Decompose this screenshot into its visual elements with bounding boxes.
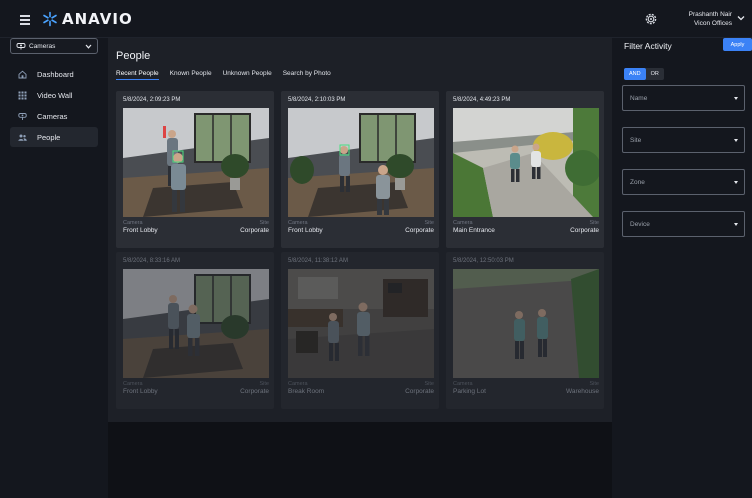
people-tabs: Recent People Known People Unknown Peopl… [116,70,331,80]
logo-mark-icon [43,11,57,27]
home-icon [18,70,27,78]
sidebar: Cameras Dashboard Video Wall Cameras Peo… [0,38,108,498]
name-dropdown[interactable]: Name [622,85,745,111]
site-label: Site [589,220,599,226]
card-timestamp: 5/8/2024, 8:33:16 AM [123,258,181,264]
dropdown-label: Site [630,136,642,144]
camera-snapshot[interactable] [288,108,434,217]
camera-label: Camera [123,220,143,226]
caret-down-icon [734,223,738,226]
site-label: Site [424,220,434,226]
camera-icon [16,43,26,50]
camera-snapshot[interactable] [453,269,599,378]
person-card[interactable]: 5/8/2024, 4:49:23 PM Camera Site Main En… [446,91,604,248]
filter-panel: Filter Activity Apply AND OR Name Site Z… [612,38,752,498]
card-timestamp: 5/8/2024, 4:49:23 PM [453,97,511,103]
device-dropdown[interactable]: Device [622,211,745,237]
person-card[interactable]: 5/8/2024, 12:50:03 PM Camera Site Parkin… [446,252,604,409]
sidebar-item-video-wall[interactable]: Video Wall [10,85,98,105]
site-name: Corporate [405,227,434,234]
dropdown-label: Device [630,220,650,228]
user-name: Prashanth Nair [688,11,732,18]
camera-group-select[interactable]: Cameras [10,38,98,54]
site-name: Corporate [240,388,269,395]
card-timestamp: 5/8/2024, 12:50:03 PM [453,258,514,264]
grid-icon [18,91,27,99]
site-label: Site [589,381,599,387]
person-card[interactable]: 5/8/2024, 2:09:23 PM Camera Site Front L… [116,91,274,248]
camera-name: Front Lobby [123,227,158,234]
person-card[interactable]: 5/8/2024, 2:10:03 PM Camera Site Front L… [281,91,439,248]
site-name: Corporate [240,227,269,234]
or-toggle[interactable]: OR [646,68,664,80]
user-info[interactable]: Prashanth Nair Vicon Offices [674,10,732,28]
anavio-logo: ANAVIO [42,10,133,28]
caret-down-icon [734,97,738,100]
camera-label: Camera [453,381,473,387]
people-icon [18,134,27,141]
gear-icon[interactable] [644,12,658,26]
caret-down-icon [734,139,738,142]
site-name: Warehouse [566,388,599,395]
apply-button[interactable]: Apply [723,38,752,51]
page-title: People [116,50,151,62]
sidebar-item-label: Video Wall [37,90,73,100]
site-name: Corporate [570,227,599,234]
tab-search-by-photo[interactable]: Search by Photo [283,70,331,80]
site-label: Site [259,220,269,226]
sidebar-item-people[interactable]: People [10,127,98,147]
tab-known-people[interactable]: Known People [170,70,212,80]
site-name: Corporate [405,388,434,395]
person-card[interactable]: 5/8/2024, 11:38:12 AM Camera Site Break … [281,252,439,409]
camera-label: Camera [123,381,143,387]
camera-label: Camera [453,220,473,226]
user-org: Vicon Offices [693,20,732,27]
site-label: Site [424,381,434,387]
caret-down-icon [734,181,738,184]
site-label: Site [259,381,269,387]
chevron-down-icon[interactable] [737,15,745,21]
camera-snapshot[interactable] [123,108,269,217]
people-panel: People Recent People Known People Unknow… [108,38,612,422]
tab-unknown-people[interactable]: Unknown People [223,70,272,80]
camera-name: Front Lobby [123,388,158,395]
camera-snapshot[interactable] [453,108,599,217]
camera-name: Main Entrance [453,227,495,234]
camera-name: Break Room [288,388,325,395]
camera-name: Front Lobby [288,227,323,234]
camera-name: Parking Lot [453,388,486,395]
camera-snapshot[interactable] [288,269,434,378]
camera-icon [18,112,27,120]
filter-title: Filter Activity [624,41,672,51]
sidebar-item-cameras[interactable]: Cameras [10,106,98,126]
person-card[interactable]: 5/8/2024, 8:33:16 AM Camera Site Front L… [116,252,274,409]
camera-label: Camera [288,381,308,387]
top-bar: ANAVIO Prashanth Nair Vicon Offices [0,0,752,38]
and-toggle[interactable]: AND [624,68,646,80]
dropdown-label: Zone [630,178,645,186]
sidebar-item-label: Dashboard [37,69,74,79]
site-dropdown[interactable]: Site [622,127,745,153]
camera-label: Camera [288,220,308,226]
sidebar-item-label: Cameras [37,111,68,121]
camera-snapshot[interactable] [123,269,269,378]
zone-dropdown[interactable]: Zone [622,169,745,195]
card-timestamp: 5/8/2024, 2:09:23 PM [123,97,181,103]
and-or-toggle: AND OR [624,68,664,80]
card-timestamp: 5/8/2024, 11:38:12 AM [288,258,348,264]
card-timestamp: 5/8/2024, 2:10:03 PM [288,97,346,103]
chevron-down-icon [85,44,92,49]
brand-name: ANAVIO [62,10,133,28]
sidebar-item-dashboard[interactable]: Dashboard [10,64,98,84]
tab-recent-people[interactable]: Recent People [116,70,159,80]
hamburger-menu-icon[interactable] [20,15,30,25]
dropdown-label: Name [630,94,648,102]
sidebar-item-label: People [37,132,61,142]
camera-select-value: Cameras [29,42,56,50]
